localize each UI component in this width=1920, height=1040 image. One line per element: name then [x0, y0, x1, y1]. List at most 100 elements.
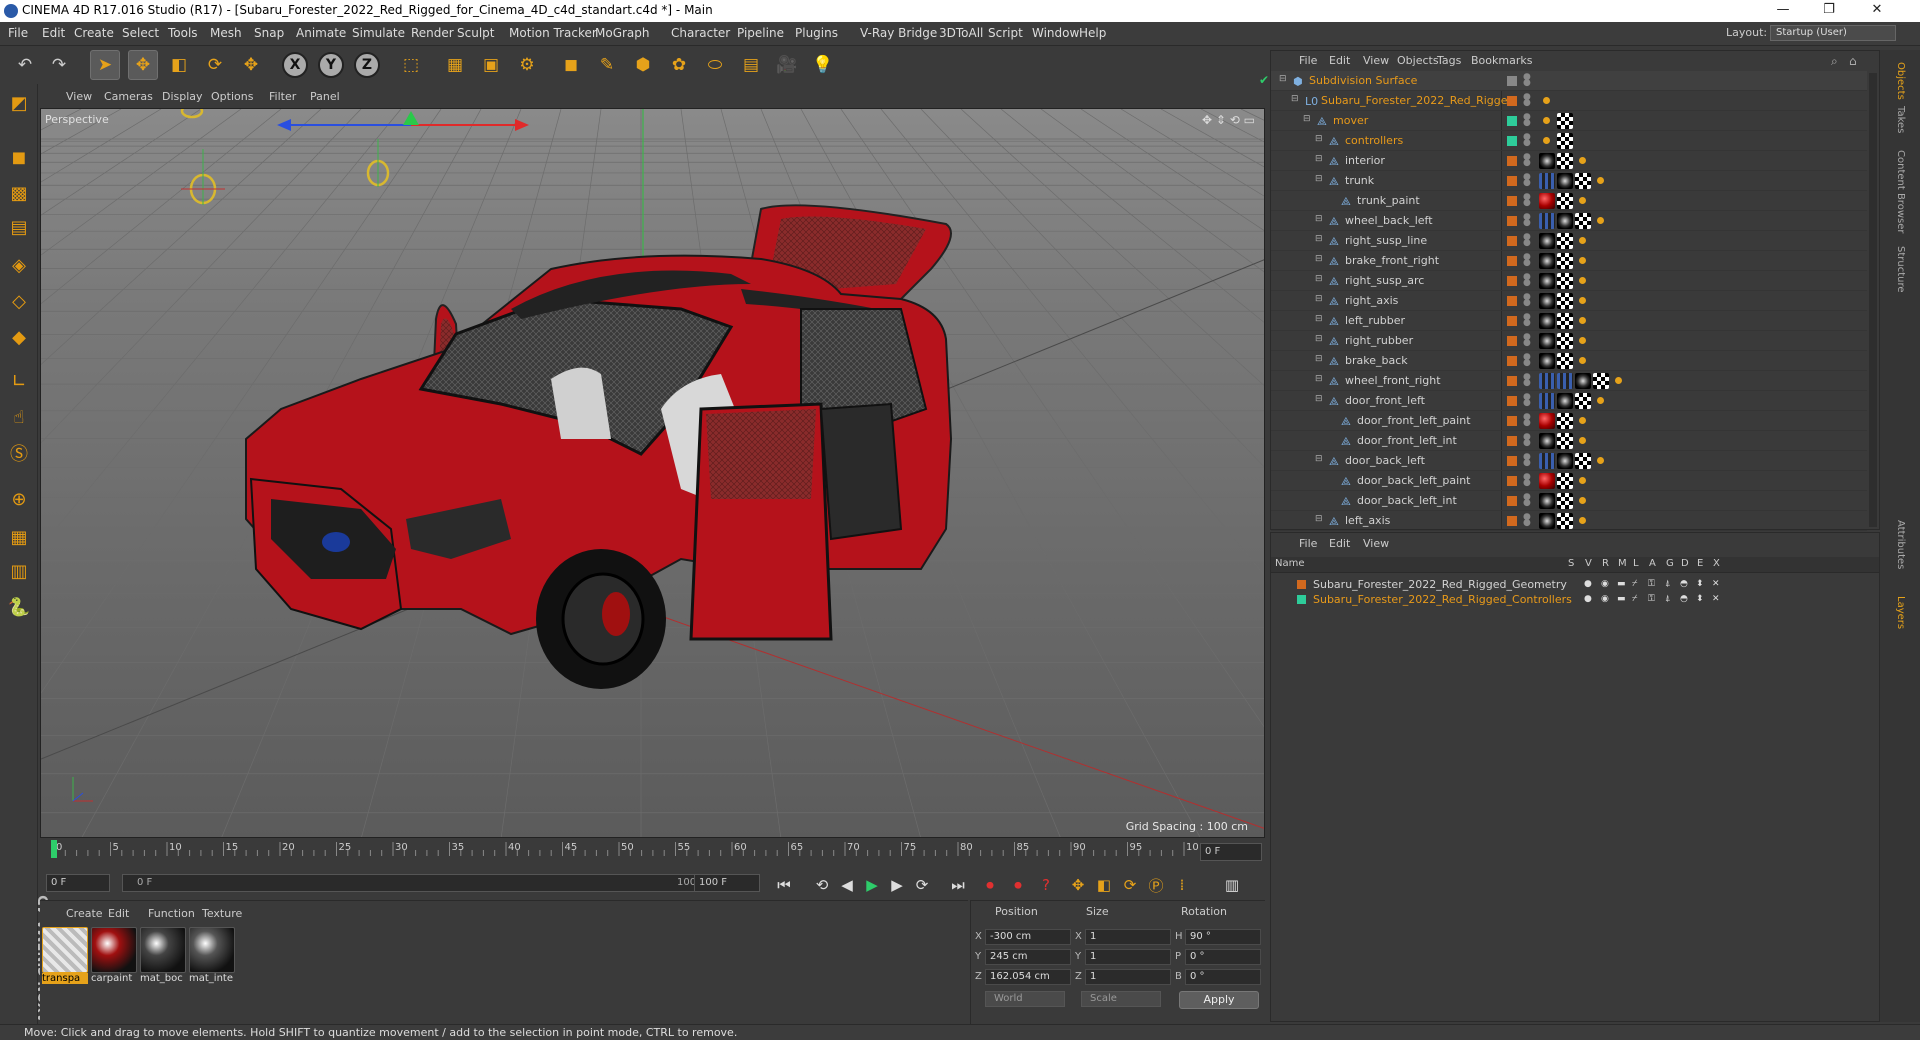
object-row-controllers[interactable]: ⊟ ⟁ controllers ● ●: [1271, 131, 1867, 151]
layer-toggle-icon[interactable]: ⚿: [1648, 579, 1655, 589]
visibility-dots-icon[interactable]: ● ●: [1523, 513, 1531, 528]
layer-color-swatch[interactable]: [1507, 196, 1517, 206]
expand-toggle-icon[interactable]: ⊟: [1279, 74, 1287, 84]
menu-help[interactable]: Help: [1079, 26, 1106, 40]
viewport-perspective[interactable]: Perspective Grid Spacing : 100 cm ✥ ⇕ ⟲ …: [40, 108, 1265, 838]
next-key-icon[interactable]: ⟳: [910, 873, 934, 897]
side-tab-structure[interactable]: Structure: [1895, 246, 1906, 293]
previous-frame-icon[interactable]: ◀: [835, 873, 859, 897]
layer-column-d[interactable]: D: [1681, 558, 1689, 569]
tag-icon[interactable]: [1579, 277, 1586, 284]
visibility-dots-icon[interactable]: ● ●: [1523, 193, 1531, 208]
x-axis-icon[interactable]: X: [282, 52, 308, 78]
y-axis-icon[interactable]: Y: [318, 52, 344, 78]
tag-icon[interactable]: [1579, 317, 1586, 324]
preview-range-slider[interactable]: 0 F 100 F: [122, 874, 722, 892]
autokey-icon[interactable]: ⏺: [1006, 873, 1030, 897]
visibility-dots-icon[interactable]: ● ●: [1523, 233, 1531, 248]
python-icon[interactable]: 🐍: [4, 592, 34, 622]
side-tab-content-browser[interactable]: Content Browser: [1895, 150, 1906, 233]
pla-key-icon[interactable]: ⁞: [1170, 873, 1194, 897]
layer-color-swatch[interactable]: [1507, 376, 1517, 386]
expand-toggle-icon[interactable]: ⊟: [1291, 94, 1299, 104]
layer-color-swatch[interactable]: [1507, 76, 1517, 86]
layer-color-swatch[interactable]: [1507, 296, 1517, 306]
tag-icon[interactable]: [1597, 177, 1604, 184]
menu-3dtoall[interactable]: 3DToAll: [939, 26, 983, 40]
edit-render-settings-icon[interactable]: ⚙: [512, 50, 542, 80]
tag-icon[interactable]: [1543, 117, 1550, 124]
subdivision-icon[interactable]: ⬢: [628, 50, 658, 80]
menu-file[interactable]: File: [8, 26, 28, 40]
layer-column-m[interactable]: M: [1618, 558, 1627, 569]
expand-toggle-icon[interactable]: ⊟: [1315, 254, 1323, 264]
expand-toggle-icon[interactable]: ⊟: [1315, 334, 1323, 344]
side-tab-objects[interactable]: Objects: [1895, 62, 1906, 100]
object-row-right-susp-line[interactable]: ⊟ ⟁ right_susp_line ● ●: [1271, 231, 1867, 251]
expand-toggle-icon[interactable]: ⊟: [1315, 314, 1323, 324]
texture-tag-icon[interactable]: [1557, 433, 1573, 449]
tag-icon[interactable]: [1579, 257, 1586, 264]
material-tag-icon[interactable]: [1539, 233, 1555, 249]
texture-tag-icon[interactable]: [1575, 213, 1591, 229]
layer-color-swatch[interactable]: [1507, 356, 1517, 366]
edges-mode-icon[interactable]: ◇: [4, 286, 34, 316]
side-tab-takes[interactable]: Takes: [1895, 106, 1906, 133]
home-icon[interactable]: ⌂: [1849, 54, 1857, 68]
layer-toggle-icon[interactable]: ⬍: [1696, 594, 1704, 604]
uvw-tag-icon[interactable]: [1539, 213, 1555, 229]
menu-snap[interactable]: Snap: [254, 26, 284, 40]
expand-toggle-icon[interactable]: ⊟: [1315, 134, 1323, 144]
texture-tag-icon[interactable]: [1557, 153, 1573, 169]
layer-color-swatch[interactable]: [1507, 116, 1517, 126]
layer-column-s[interactable]: S: [1568, 558, 1574, 569]
tag-icon[interactable]: [1579, 337, 1586, 344]
layer-toggle-icon[interactable]: ◉: [1601, 594, 1609, 604]
menu-mesh[interactable]: Mesh: [210, 26, 242, 40]
end-frame-field[interactable]: 100 F: [694, 874, 760, 892]
layer-color-swatch[interactable]: [1507, 496, 1517, 506]
tag-icon[interactable]: [1579, 197, 1586, 204]
object-row-wheel-front-right[interactable]: ⊟ ⟁ wheel_front_right ● ●: [1271, 371, 1867, 391]
object-row-subdivision-surface[interactable]: ⊟ ⬢ Subdivision Surface ● ● ✔: [1259, 71, 1867, 91]
cube-icon[interactable]: ◼: [556, 50, 586, 80]
material-tag-icon[interactable]: [1539, 353, 1555, 369]
viewport-menu-filter[interactable]: Filter: [269, 90, 296, 103]
texture-tag-icon[interactable]: [1557, 273, 1573, 289]
layer-toggle-icon[interactable]: ●: [1584, 594, 1592, 604]
material-tag-icon[interactable]: [1539, 473, 1555, 489]
layer-toggle-icon[interactable]: ⬍: [1696, 579, 1704, 589]
restore-button[interactable]: ❐: [1806, 0, 1852, 22]
minimize-button[interactable]: —: [1760, 0, 1806, 22]
layer-color-swatch[interactable]: [1507, 216, 1517, 226]
workplane-lock-icon[interactable]: ▦: [4, 522, 34, 552]
tag-icon[interactable]: [1597, 397, 1604, 404]
visibility-dots-icon[interactable]: ● ●: [1523, 453, 1531, 468]
tag-icon[interactable]: [1543, 97, 1550, 104]
visibility-dots-icon[interactable]: ● ●: [1523, 253, 1531, 268]
texture-tag-icon[interactable]: [1557, 513, 1573, 529]
layer-column-l[interactable]: L: [1633, 558, 1639, 569]
viewport-menu-display[interactable]: Display: [162, 90, 203, 103]
menu-simulate[interactable]: Simulate: [352, 26, 405, 40]
visibility-dots-icon[interactable]: ● ●: [1523, 273, 1531, 288]
menu-script[interactable]: Script: [988, 26, 1023, 40]
menu-tools[interactable]: Tools: [168, 26, 198, 40]
undo-icon[interactable]: ↶: [10, 50, 40, 80]
visibility-dots-icon[interactable]: ● ●: [1523, 353, 1531, 368]
menu-sculpt[interactable]: Sculpt: [457, 26, 494, 40]
record-icon[interactable]: ⏺: [978, 873, 1002, 897]
go-to-start-icon[interactable]: ⏮: [772, 873, 796, 897]
layer-color-swatch[interactable]: [1297, 595, 1306, 604]
material-tag-icon[interactable]: [1539, 153, 1555, 169]
layer-column-g[interactable]: G: [1666, 558, 1674, 569]
material-tag-icon[interactable]: [1539, 313, 1555, 329]
texture-mode-icon[interactable]: ▩: [4, 178, 34, 208]
texture-tag-icon[interactable]: [1557, 493, 1573, 509]
tag-icon[interactable]: [1615, 377, 1622, 384]
layer-toggle-icon[interactable]: ▬: [1617, 594, 1626, 604]
expand-toggle-icon[interactable]: ⊟: [1303, 114, 1311, 124]
tag-icon[interactable]: [1579, 357, 1586, 364]
material-menu-function[interactable]: Function: [148, 907, 195, 920]
move-key-icon[interactable]: ✥: [1066, 873, 1090, 897]
